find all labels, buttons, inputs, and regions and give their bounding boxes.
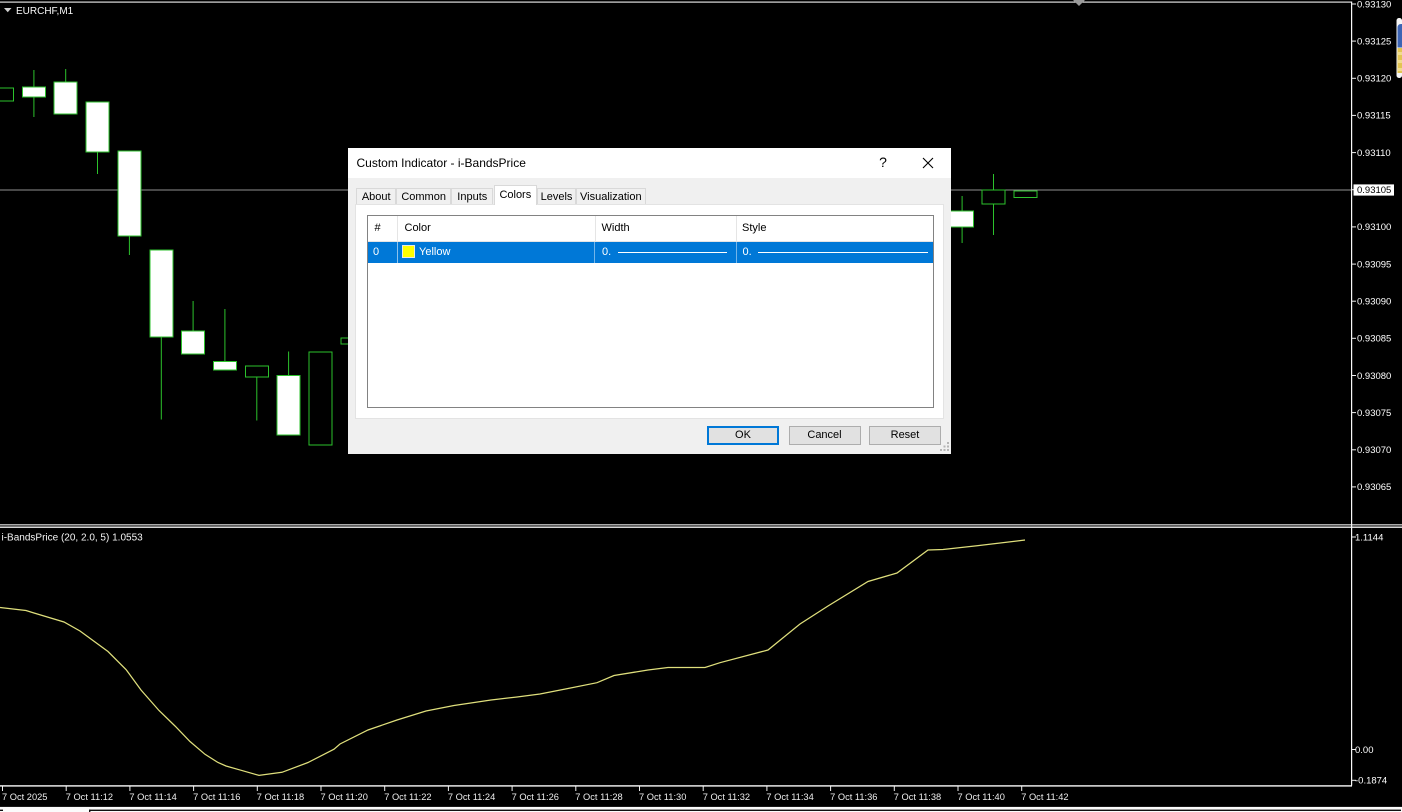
- svg-text:7 Oct 11:42: 7 Oct 11:42: [1021, 792, 1068, 802]
- svg-text:0.93130: 0.93130: [1357, 0, 1391, 10]
- svg-text:0.93075: 0.93075: [1357, 408, 1391, 419]
- svg-text:i-BandsPrice (20, 2.0, 5) 1.05: i-BandsPrice (20, 2.0, 5) 1.0553: [2, 532, 144, 543]
- svg-text:7 Oct 11:12: 7 Oct 11:12: [66, 792, 113, 802]
- svg-text:7 Oct 11:34: 7 Oct 11:34: [766, 792, 813, 802]
- svg-text:0.93105: 0.93105: [1357, 185, 1391, 196]
- svg-text:7 Oct 11:18: 7 Oct 11:18: [257, 792, 304, 802]
- svg-text:0.93070: 0.93070: [1357, 445, 1391, 456]
- svg-text:7 Oct 11:24: 7 Oct 11:24: [448, 792, 495, 802]
- svg-text:0.00: 0.00: [1355, 745, 1374, 756]
- svg-text:7 Oct 11:26: 7 Oct 11:26: [512, 792, 559, 802]
- svg-text:0.93080: 0.93080: [1357, 371, 1391, 382]
- svg-text:7 Oct 11:30: 7 Oct 11:30: [639, 792, 686, 802]
- svg-text:0.93065: 0.93065: [1357, 482, 1391, 493]
- svg-text:7 Oct 11:20: 7 Oct 11:20: [321, 792, 368, 802]
- svg-text:0.93125: 0.93125: [1357, 36, 1391, 47]
- svg-text:1.1144: 1.1144: [1355, 532, 1383, 543]
- svg-text:0.93085: 0.93085: [1357, 334, 1391, 345]
- svg-text:7 Oct 11:14: 7 Oct 11:14: [129, 792, 176, 802]
- svg-text:7 Oct 11:16: 7 Oct 11:16: [193, 792, 240, 802]
- svg-text:0.93120: 0.93120: [1357, 74, 1391, 85]
- svg-text:0.93115: 0.93115: [1357, 111, 1391, 122]
- svg-text:0.93110: 0.93110: [1357, 148, 1391, 159]
- svg-text:7 Oct 11:38: 7 Oct 11:38: [894, 792, 941, 802]
- svg-text:0.93100: 0.93100: [1357, 222, 1391, 233]
- svg-text:7 Oct 11:32: 7 Oct 11:32: [703, 792, 750, 802]
- svg-text:7 Oct 11:22: 7 Oct 11:22: [384, 792, 431, 802]
- svg-text:7 Oct 11:40: 7 Oct 11:40: [958, 792, 1005, 802]
- svg-text:7 Oct 11:36: 7 Oct 11:36: [830, 792, 877, 802]
- svg-text:EURCHF,M1: EURCHF,M1: [16, 6, 74, 17]
- svg-text:7 Oct 11:28: 7 Oct 11:28: [575, 792, 622, 802]
- svg-text:0.93090: 0.93090: [1357, 297, 1391, 308]
- svg-text:0.93095: 0.93095: [1357, 259, 1391, 270]
- svg-text:7 Oct 2025: 7 Oct 2025: [2, 792, 47, 802]
- svg-text:-0.1874: -0.1874: [1355, 776, 1387, 787]
